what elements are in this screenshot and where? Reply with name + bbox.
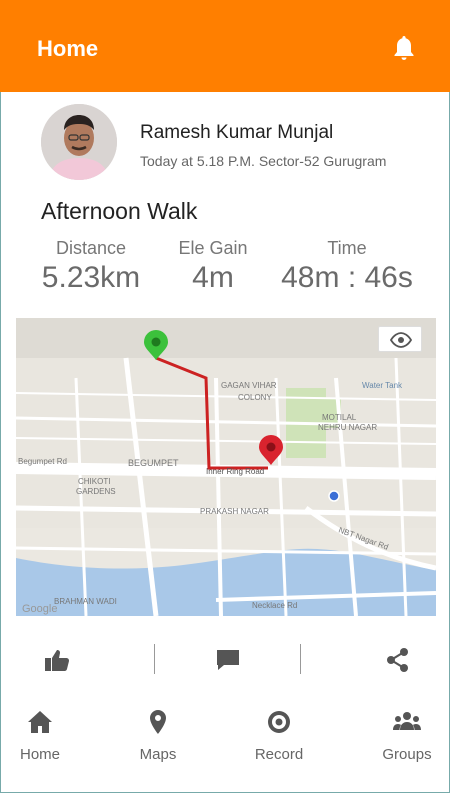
map-canvas: Begumpet Rd BEGUMPET Inner Ring Road GAG… — [16, 318, 436, 616]
stat-label: Distance — [55, 238, 127, 258]
svg-text:Google: Google — [22, 603, 57, 615]
stat-distance: Distance 5.23km — [41, 238, 141, 295]
route-map[interactable]: Begumpet Rd BEGUMPET Inner Ring Road GAG… — [16, 318, 436, 616]
share-icon[interactable] — [384, 646, 412, 674]
bell-icon[interactable] — [392, 34, 416, 62]
stat-value: 5.23km — [41, 261, 141, 294]
home-icon — [28, 711, 52, 733]
page-title: Home — [37, 36, 99, 61]
app-header: Home — [0, 0, 450, 92]
svg-text:Water Tank: Water Tank — [362, 381, 403, 390]
map-pin-icon — [150, 710, 166, 734]
nav-item-home[interactable]: Home — [0, 708, 85, 763]
comment-icon[interactable] — [214, 646, 242, 674]
stat-time: Time 48m : 46s — [280, 238, 414, 295]
nav-item-groups[interactable]: Groups — [362, 708, 450, 763]
avatar[interactable] — [41, 104, 117, 180]
svg-text:MOTILAL: MOTILAL — [322, 413, 357, 422]
divider — [154, 644, 155, 674]
svg-text:GAGAN VIHAR: GAGAN VIHAR — [221, 381, 277, 390]
user-name[interactable]: Ramesh Kumar Munjal — [140, 122, 333, 144]
stat-label: Ele Gain — [178, 238, 248, 258]
like-icon[interactable] — [43, 646, 71, 674]
nav-item-maps[interactable]: Maps — [113, 708, 203, 763]
svg-text:Inner Ring Road: Inner Ring Road — [206, 467, 264, 476]
post-actions — [0, 640, 450, 684]
nav-label: Home — [19, 746, 60, 763]
svg-text:CHIKOTI: CHIKOTI — [78, 477, 110, 486]
svg-text:BEGUMPET: BEGUMPET — [128, 458, 179, 468]
svg-text:Necklace Rd: Necklace Rd — [252, 601, 297, 610]
stat-ele-gain: Ele Gain 4m — [172, 238, 254, 295]
svg-text:Begumpet Rd: Begumpet Rd — [18, 457, 67, 466]
divider — [300, 644, 301, 674]
stat-label: Time — [327, 238, 367, 258]
nav-label: Record — [254, 746, 304, 763]
groups-icon — [393, 712, 421, 730]
svg-text:COLONY: COLONY — [238, 393, 272, 402]
eye-icon — [389, 332, 413, 348]
svg-text:GARDENS: GARDENS — [76, 487, 116, 496]
bottom-nav: Home Maps Record Groups — [0, 700, 450, 793]
svg-text:NEHRU NAGAR: NEHRU NAGAR — [318, 423, 377, 432]
activity-title[interactable]: Afternoon Walk — [41, 198, 197, 225]
user-photo — [41, 104, 117, 180]
post-meta: Today at 5.18 P.M. Sector-52 Gurugram — [140, 153, 387, 169]
svg-text:PRAKASH NAGAR: PRAKASH NAGAR — [200, 507, 269, 516]
stat-value: 48m : 46s — [281, 261, 413, 294]
nav-label: Groups — [382, 746, 432, 763]
nav-item-record[interactable]: Record — [234, 708, 324, 763]
stat-value: 4m — [192, 261, 234, 294]
record-icon — [268, 711, 290, 733]
nav-label: Maps — [139, 746, 177, 763]
my-location-button[interactable] — [378, 326, 422, 352]
svg-text:BRAHMAN WADI: BRAHMAN WADI — [54, 597, 117, 606]
